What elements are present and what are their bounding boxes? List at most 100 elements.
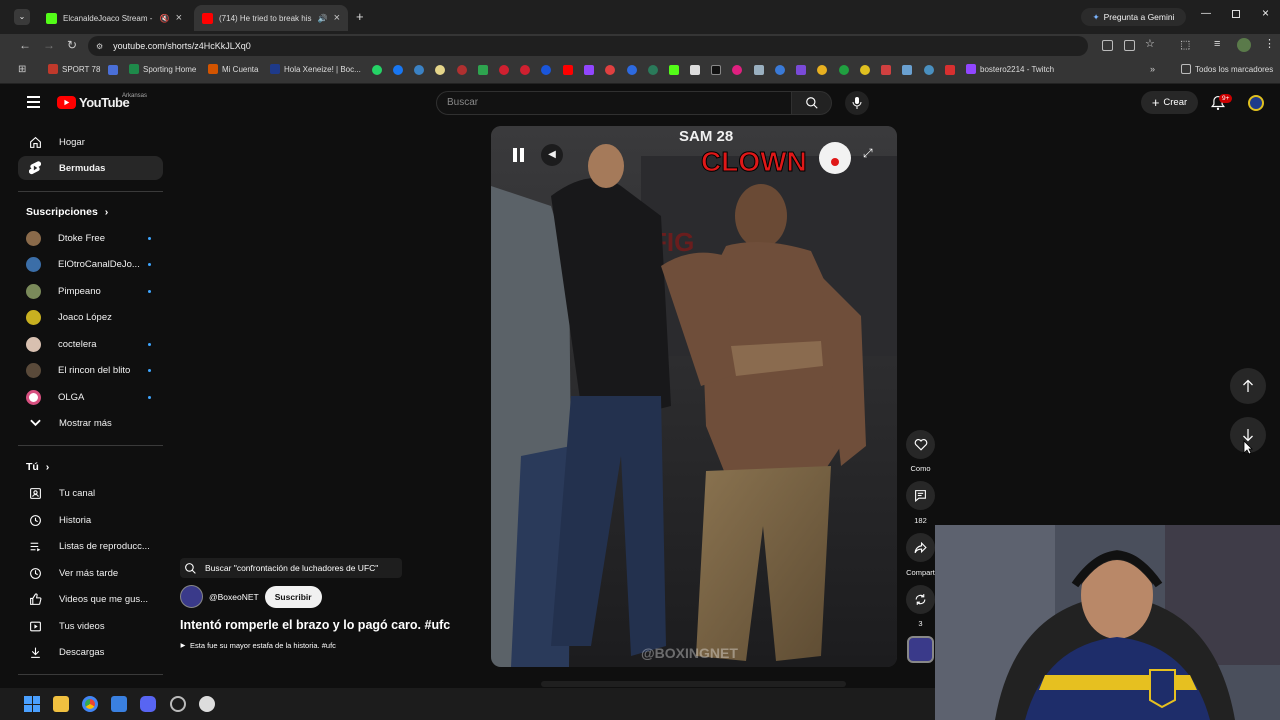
back-arrow-icon[interactable]: ←: [19, 38, 31, 52]
browser-tab-youtube[interactable]: (714) He tried to break his ar 🔊 ×: [194, 5, 348, 31]
sidebar-sub-item[interactable]: Pimpeano: [18, 279, 163, 303]
discord-icon[interactable]: [140, 696, 156, 712]
sidebar-item-your-videos[interactable]: Tus videos: [18, 614, 163, 638]
bookmark-xeneize[interactable]: Hola Xeneize! | Boc...: [270, 64, 361, 74]
sidebar-item-history[interactable]: Historia: [18, 508, 163, 532]
profile-avatar[interactable]: [1237, 38, 1251, 52]
bookmark-favicon-icon[interactable]: [881, 65, 891, 75]
bookmark-favicon-icon[interactable]: [457, 65, 467, 75]
browser-menu-icon[interactable]: ⋮: [1264, 37, 1275, 50]
sidebar-item-playlists[interactable]: Listas de reproducc...: [18, 534, 163, 558]
remix-button[interactable]: [906, 585, 935, 614]
search-button[interactable]: [792, 91, 832, 115]
site-info-icon[interactable]: ⚙: [96, 42, 103, 51]
close-tab-icon[interactable]: ×: [334, 12, 340, 24]
previous-short-button[interactable]: [1230, 368, 1266, 404]
channel-avatar[interactable]: [180, 585, 203, 608]
share-button[interactable]: [906, 533, 935, 562]
volume-icon[interactable]: ◀: [541, 144, 563, 166]
bookmark-favicon-icon[interactable]: [754, 65, 764, 75]
bookmark-favicon-icon[interactable]: [108, 65, 118, 75]
bookmark-favicon-icon[interactable]: [775, 65, 785, 75]
sidebar-item-your-channel[interactable]: Tu canal: [18, 481, 163, 505]
sidebar-item-downloads[interactable]: Descargas: [18, 640, 163, 664]
muted-speaker-icon[interactable]: 🔇: [160, 14, 170, 23]
reload-icon[interactable]: ↻: [67, 38, 77, 52]
browser-tab-stream[interactable]: ElcanaldeJoaco Stream - W 🔇 ×: [38, 5, 190, 31]
taskbar-app-icon[interactable]: [199, 696, 215, 712]
bookmark-favicon-icon[interactable]: [945, 65, 955, 75]
bookmark-favicon-icon[interactable]: [499, 65, 509, 75]
channel-sound-avatar[interactable]: [907, 636, 934, 663]
bookmark-favicon-icon[interactable]: [902, 65, 912, 75]
sidebar-sub-item[interactable]: Joaco López: [18, 305, 163, 329]
youtube-logo[interactable]: YouTube: [57, 95, 130, 110]
sidebar-sub-item[interactable]: ElOtroCanalDeJo...: [18, 252, 163, 276]
bookmark-favicon-icon[interactable]: [839, 65, 849, 75]
kick-bookmark-icon[interactable]: [669, 65, 679, 75]
menu-bars-icon[interactable]: ≡: [1214, 38, 1220, 50]
youtube-bookmark-icon[interactable]: [563, 65, 573, 75]
bookmark-favicon-icon[interactable]: [478, 65, 488, 75]
sidebar-item-home[interactable]: Hogar: [18, 130, 163, 154]
url-field[interactable]: ⚙ youtube.com/shorts/z4HcKkJLXq0: [88, 36, 1088, 56]
close-window-icon[interactable]: ×: [1262, 6, 1269, 20]
bookmark-star-icon[interactable]: ☆: [1145, 37, 1155, 50]
bookmark-bostero[interactable]: bostero2214 - Twitch: [966, 64, 1054, 74]
tab-list-dropdown-icon[interactable]: ⌄: [14, 9, 30, 25]
bookmark-favicon-icon[interactable]: [860, 65, 870, 75]
bookmark-favicon-icon[interactable]: [541, 65, 551, 75]
like-button[interactable]: [906, 430, 935, 459]
taskbar-app-icon[interactable]: [111, 696, 127, 712]
voice-search-button[interactable]: [845, 91, 869, 115]
gemini-button[interactable]: ✦ Pregunta a Gemini: [1081, 8, 1186, 26]
apps-grid-icon[interactable]: ⊞: [18, 64, 26, 75]
bookmark-favicon-icon[interactable]: [732, 65, 742, 75]
video-title[interactable]: Intentó romperle el brazo y lo pagó caro…: [180, 618, 450, 632]
sidebar-item-shorts[interactable]: Bermudas: [18, 156, 163, 180]
video-description[interactable]: Esta fue su mayor estafa de la historia.…: [180, 641, 336, 650]
bookmark-sport[interactable]: SPORT 78: [48, 64, 100, 74]
pause-icon[interactable]: [513, 148, 525, 162]
new-tab-button[interactable]: +: [356, 9, 364, 24]
comments-button[interactable]: [906, 481, 935, 510]
sidebar-item-liked-videos[interactable]: Videos que me gus...: [18, 587, 163, 611]
subscriptions-header[interactable]: Suscripciones ›: [26, 206, 108, 218]
extensions-icon[interactable]: ⬚: [1180, 38, 1190, 51]
facebook-icon[interactable]: [393, 65, 403, 75]
channel-name[interactable]: @BoxeoNET: [209, 592, 259, 602]
bookmark-favicon-icon[interactable]: [435, 65, 445, 75]
create-button[interactable]: + Crear: [1141, 91, 1198, 114]
bookmark-favicon-icon[interactable]: [414, 65, 424, 75]
chrome-icon[interactable]: [82, 696, 98, 712]
sidebar-sub-item[interactable]: Dtoke Free: [18, 226, 163, 250]
all-bookmarks-folder[interactable]: Todos los marcadores: [1181, 64, 1273, 74]
related-search-chip[interactable]: Buscar "confrontación de luchadores de U…: [180, 558, 402, 578]
whatsapp-icon[interactable]: [372, 65, 382, 75]
bookmark-favicon-icon[interactable]: [796, 65, 806, 75]
search-input[interactable]: Buscar: [436, 91, 792, 115]
bookmark-favicon-icon[interactable]: [817, 65, 827, 75]
speaker-icon[interactable]: 🔊: [318, 14, 328, 23]
tiktok-icon[interactable]: [711, 65, 721, 75]
subscribe-button[interactable]: Suscribir: [264, 585, 322, 608]
bookmark-favicon-icon[interactable]: [520, 65, 530, 75]
bookmark-favicon-icon[interactable]: [648, 65, 658, 75]
bookmark-favicon-icon[interactable]: [627, 65, 637, 75]
hamburger-menu-icon[interactable]: [27, 96, 40, 108]
sidebar-sub-item[interactable]: OLGA: [18, 385, 163, 409]
bookmark-favicon-icon[interactable]: [690, 65, 700, 75]
sidebar-sub-item[interactable]: coctelera: [18, 332, 163, 356]
forward-arrow-icon[interactable]: →: [43, 38, 55, 52]
twitch-bookmark-icon[interactable]: [584, 65, 594, 75]
more-bookmarks-chevron-icon[interactable]: »: [1150, 64, 1155, 74]
fullscreen-icon[interactable]: ⤢: [863, 146, 873, 161]
translate-icon[interactable]: [1102, 40, 1113, 51]
sidebar-sub-item[interactable]: El rincon del blito: [18, 358, 163, 382]
sidebar-item-watch-later[interactable]: Ver más tarde: [18, 561, 163, 585]
bookmark-favicon-icon[interactable]: [605, 65, 615, 75]
account-avatar[interactable]: [1248, 95, 1264, 111]
show-more-button[interactable]: Mostrar más: [18, 411, 163, 435]
install-app-icon[interactable]: [1124, 40, 1135, 51]
shorts-video-player[interactable]: FIG SAM 28 CLOWN @BOXINGNET ◀ ⤢: [491, 126, 897, 667]
